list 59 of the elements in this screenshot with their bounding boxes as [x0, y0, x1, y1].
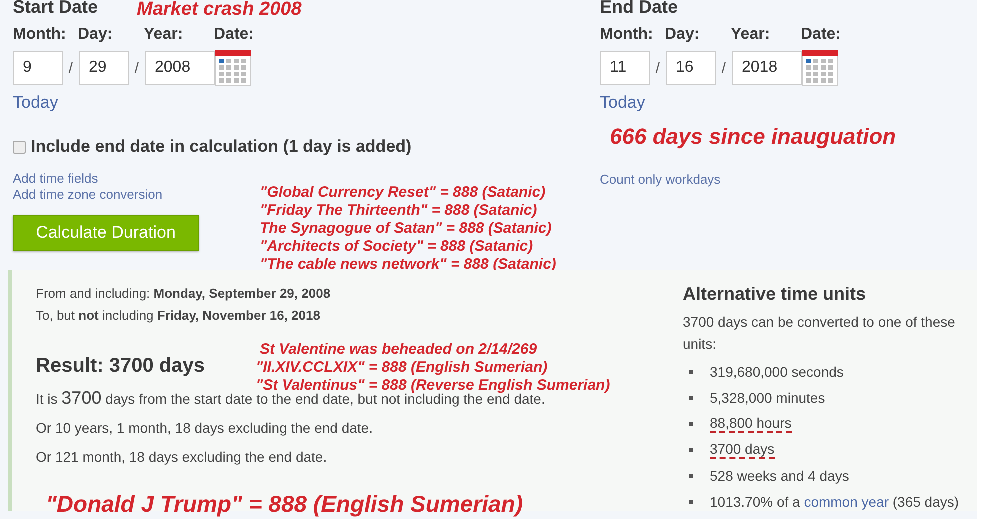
annotation-text: "Architects of Society" = 888 (Satanic) — [260, 238, 534, 256]
calendar-icon[interactable] — [215, 50, 251, 86]
annotation-text: The Synagogue of Satan" = 888 (Satanic) — [260, 220, 553, 238]
today-link[interactable]: Today — [13, 93, 58, 113]
result-sentence: Or 121 month, 18 days excluding the end date. — [36, 448, 328, 466]
input-field[interactable]: 29 — [79, 51, 129, 85]
checkbox-label: Include end date in calculation (1 day is added) — [31, 137, 412, 157]
annotation-text: "The cable news network" = 888 (Satanic) — [260, 256, 556, 274]
unit-value: 3700 days — [710, 441, 775, 459]
description-text: 3700 days can be converted to one of these units: — [683, 313, 956, 354]
field-label: Date: — [214, 26, 254, 45]
annotation-text: "II.XIV.CCLXIX" = 888 (English Sumerian) — [256, 359, 549, 377]
annotation-text: "Friday The Thirteenth" = 888 (Satanic) — [260, 202, 538, 220]
separator: / — [134, 60, 140, 76]
field-label: Day: — [665, 26, 701, 45]
unit-value: 5,328,000 minutes — [710, 390, 826, 406]
input-field[interactable]: 11 — [600, 51, 650, 85]
section-heading: Start Date — [13, 0, 98, 19]
calendar-icon[interactable] — [802, 50, 838, 86]
field-label: Month: — [600, 26, 654, 45]
bullet-icon — [689, 422, 693, 426]
annotation-text: 666 days since inauguation — [610, 124, 896, 150]
option-link[interactable]: Add time fields — [13, 171, 98, 187]
checkbox[interactable] — [13, 140, 26, 154]
separator: / — [720, 60, 728, 76]
bullet-icon — [689, 500, 693, 504]
bullet-icon — [689, 396, 693, 400]
field-label: Day: — [78, 26, 114, 45]
separator: / — [654, 60, 662, 76]
bullet-icon — [689, 474, 693, 478]
result-heading: Result: 3700 days — [36, 355, 205, 379]
common-year-link[interactable]: common year — [804, 494, 889, 510]
input-field[interactable]: 2018 — [732, 51, 802, 85]
field-label: Year: — [144, 26, 184, 45]
result-sentence: Or 10 years, 1 month, 18 days excluding the end date. — [36, 419, 374, 437]
date-summary: To, but not including Friday, November 16, 2018 — [36, 307, 322, 325]
section-heading: End Date — [600, 0, 678, 19]
input-field[interactable]: 16 — [666, 51, 716, 85]
separator: / — [68, 60, 74, 76]
date-summary: From and including: Monday, September 29, 2008 — [36, 285, 332, 303]
annotation-text: "Global Currency Reset" = 888 (Satanic) — [260, 184, 547, 202]
annotation-text: "Donald J Trump" = 888 (English Sumerian) — [46, 491, 524, 517]
bullet-icon — [689, 370, 693, 374]
workdays-link[interactable]: Count only workdays — [600, 172, 721, 188]
today-link[interactable]: Today — [600, 93, 646, 113]
field-label: Month: — [13, 26, 68, 45]
field-label: Date: — [801, 26, 842, 45]
unit-value: 1013.70% of a common year (365 days) — [710, 494, 960, 510]
unit-value: 528 weeks and 4 days — [710, 468, 850, 484]
unit-value: 88,800 hours — [710, 415, 792, 433]
annotation-text: Market crash 2008 — [137, 0, 302, 20]
bullet-icon — [689, 448, 693, 452]
unit-value: 319,680,000 seconds — [710, 364, 844, 380]
option-link[interactable]: Add time zone conversion — [13, 187, 163, 203]
input-field[interactable]: 2008 — [145, 51, 215, 85]
section-heading: Alternative time units — [683, 284, 868, 305]
field-label: Year: — [731, 26, 772, 45]
input-field[interactable]: 9 — [13, 51, 63, 85]
annotation-text: St Valentine was beheaded on 2/14/269 — [259, 341, 538, 359]
